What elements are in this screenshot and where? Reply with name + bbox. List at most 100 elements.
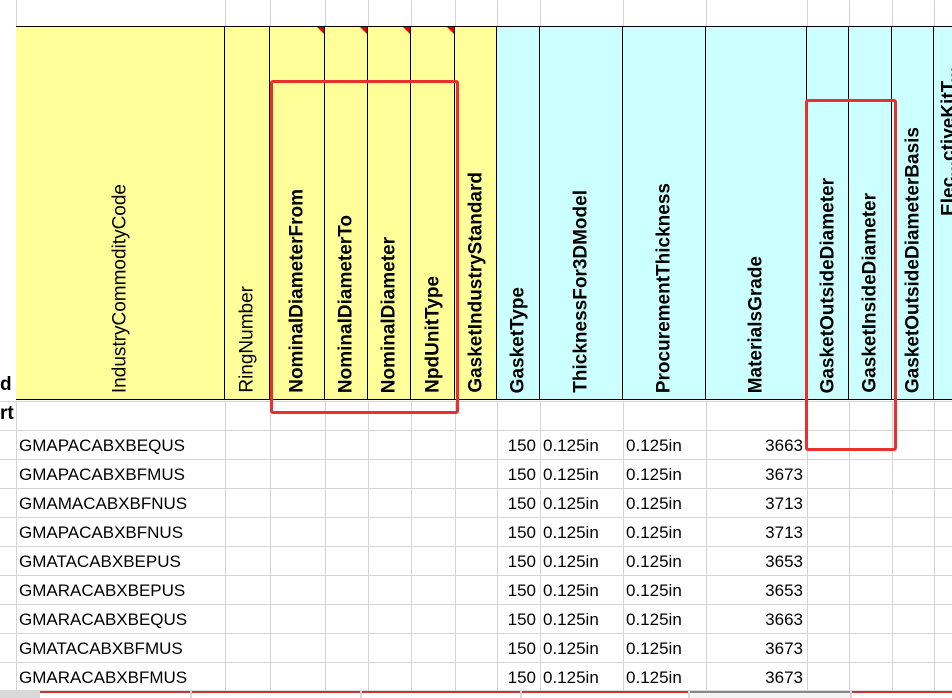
comment-indicator-icon[interactable] bbox=[403, 27, 410, 34]
header-label: ProcurementThickness bbox=[653, 182, 675, 393]
sheet-tab[interactable] bbox=[362, 691, 520, 698]
cell-gasket-type[interactable]: 150 bbox=[500, 605, 536, 634]
gridline-vertical bbox=[934, 401, 935, 690]
gridline-vertical bbox=[455, 401, 456, 690]
cell-procurement-thickness[interactable]: 0.125in bbox=[626, 489, 702, 518]
cell-gasket-type[interactable]: 150 bbox=[500, 489, 536, 518]
header-materials-grade[interactable]: MaterialsGrade bbox=[706, 26, 807, 400]
cell-procurement-thickness[interactable]: 0.125in bbox=[626, 547, 702, 576]
cell-gasket-type[interactable]: 150 bbox=[500, 518, 536, 547]
gridline-vertical bbox=[706, 401, 707, 690]
cell-gasket-type[interactable]: 150 bbox=[500, 431, 536, 460]
cell-industry-commodity-code[interactable]: GMARACABXBFMUS bbox=[19, 663, 221, 690]
gridline-vertical bbox=[411, 0, 412, 26]
header-label: MaterialsGrade bbox=[745, 255, 767, 393]
cut-header-label-1: d bbox=[0, 374, 12, 395]
gridline-vertical bbox=[225, 0, 226, 26]
cell-thickness-for-3d-model[interactable]: 0.125in bbox=[543, 576, 619, 605]
gridline-vertical bbox=[16, 401, 17, 690]
cell-thickness-for-3d-model[interactable]: 0.125in bbox=[543, 547, 619, 576]
gridline-vertical bbox=[934, 0, 935, 26]
cell-gasket-type[interactable]: 150 bbox=[500, 547, 536, 576]
header-cut-off[interactable]: Elec...ctiveKitT... bbox=[934, 26, 952, 400]
cell-procurement-thickness[interactable]: 0.125in bbox=[626, 663, 702, 690]
cell-gasket-type[interactable]: 150 bbox=[500, 576, 536, 605]
header-gasket-industry-standard[interactable]: GasketIndustryStandard bbox=[455, 26, 497, 400]
sheet-tab[interactable] bbox=[192, 691, 360, 698]
cell-procurement-thickness[interactable]: 0.125in bbox=[626, 518, 702, 547]
gridline-vertical bbox=[497, 0, 498, 26]
cell-materials-grade[interactable]: 3653 bbox=[709, 576, 803, 605]
cell-industry-commodity-code[interactable]: GMAMACABXBFNUS bbox=[19, 489, 221, 518]
highlight-box-gasket-diameter bbox=[805, 99, 897, 451]
gridline-vertical bbox=[849, 0, 850, 26]
cell-materials-grade[interactable]: 3663 bbox=[709, 605, 803, 634]
cell-thickness-for-3d-model[interactable]: 0.125in bbox=[543, 634, 619, 663]
cell-thickness-for-3d-model[interactable]: 0.125in bbox=[543, 518, 619, 547]
cell-materials-grade[interactable]: 3663 bbox=[709, 431, 803, 460]
cell-industry-commodity-code[interactable]: GMARACABXBEQUS bbox=[19, 605, 221, 634]
cell-materials-grade[interactable]: 3713 bbox=[709, 518, 803, 547]
comment-indicator-icon[interactable] bbox=[447, 27, 454, 34]
cut-header-label-2: rt bbox=[0, 403, 14, 424]
gridline-vertical bbox=[540, 401, 541, 690]
header-label: ThicknessFor3DModel bbox=[570, 190, 592, 393]
gridline-vertical bbox=[270, 401, 271, 690]
cell-thickness-for-3d-model[interactable]: 0.125in bbox=[543, 663, 619, 690]
gridline-vertical bbox=[497, 401, 498, 690]
header-label: GasketOutsideDiameterBasis bbox=[902, 126, 923, 393]
gridline-vertical bbox=[368, 0, 369, 26]
header-gasket-outside-diameter-basis[interactable]: GasketOutsideDiameterBasis bbox=[892, 26, 934, 400]
comment-indicator-icon[interactable] bbox=[360, 27, 367, 34]
sheet-tab-active[interactable] bbox=[690, 691, 850, 698]
header-procurement-thickness[interactable]: ProcurementThickness bbox=[623, 26, 706, 400]
cell-procurement-thickness[interactable]: 0.125in bbox=[626, 576, 702, 605]
cell-industry-commodity-code[interactable]: GMAPACABXBFNUS bbox=[19, 518, 221, 547]
cell-thickness-for-3d-model[interactable]: 0.125in bbox=[543, 431, 619, 460]
cell-materials-grade[interactable]: 3673 bbox=[709, 634, 803, 663]
cell-industry-commodity-code[interactable]: GMAPACABXBEQUS bbox=[19, 431, 221, 460]
cell-materials-grade[interactable]: 3673 bbox=[709, 460, 803, 489]
cell-materials-grade[interactable]: 3653 bbox=[709, 547, 803, 576]
sheet-tab[interactable] bbox=[522, 691, 688, 698]
sheet-tab[interactable] bbox=[40, 691, 190, 698]
cell-procurement-thickness[interactable]: 0.125in bbox=[626, 605, 702, 634]
header-thickness-for-3d-model[interactable]: ThicknessFor3DModel bbox=[540, 26, 623, 400]
comment-indicator-icon[interactable] bbox=[317, 27, 324, 34]
cell-gasket-type[interactable]: 150 bbox=[500, 663, 536, 690]
cell-procurement-thickness[interactable]: 0.125in bbox=[626, 460, 702, 489]
gridline-vertical bbox=[623, 401, 624, 690]
cell-thickness-for-3d-model[interactable]: 0.125in bbox=[543, 460, 619, 489]
cell-gasket-type[interactable]: 150 bbox=[500, 460, 536, 489]
gridline-vertical bbox=[270, 0, 271, 26]
cell-industry-commodity-code[interactable]: GMATACABXBFMUS bbox=[19, 634, 221, 663]
header-label: GasketType bbox=[507, 286, 529, 393]
header-label: RingNumber bbox=[236, 286, 258, 393]
cell-industry-commodity-code[interactable]: GMARACABXBEPUS bbox=[19, 576, 221, 605]
cell-materials-grade[interactable]: 3713 bbox=[709, 489, 803, 518]
gridline-vertical bbox=[411, 401, 412, 690]
gridline-vertical bbox=[368, 401, 369, 690]
gridline-vertical bbox=[540, 0, 541, 26]
header-gasket-type[interactable]: GasketType bbox=[497, 26, 540, 400]
gridline-vertical bbox=[325, 401, 326, 690]
cell-industry-commodity-code[interactable]: GMATACABXBEPUS bbox=[19, 547, 221, 576]
sheet-tab-bar bbox=[0, 690, 952, 698]
header-industry-commodity-code[interactable]: IndustryCommodityCode bbox=[16, 26, 225, 400]
highlight-box-nominal-diameter bbox=[270, 80, 459, 414]
header-ring-number[interactable]: RingNumber bbox=[225, 26, 270, 400]
cell-thickness-for-3d-model[interactable]: 0.125in bbox=[543, 605, 619, 634]
cell-industry-commodity-code[interactable]: GMAPACABXBFMUS bbox=[19, 460, 221, 489]
gridline-vertical bbox=[325, 0, 326, 26]
cell-materials-grade[interactable]: 3673 bbox=[709, 663, 803, 690]
gridline-vertical bbox=[623, 0, 624, 26]
cell-gasket-type[interactable]: 150 bbox=[500, 634, 536, 663]
cell-procurement-thickness[interactable]: 0.125in bbox=[626, 431, 702, 460]
header-label: Elec...ctiveKitT... bbox=[938, 67, 952, 216]
header-label: IndustryCommodityCode bbox=[109, 183, 131, 393]
gridline-vertical bbox=[706, 0, 707, 26]
sheet-tab[interactable] bbox=[852, 691, 952, 698]
gridline-vertical bbox=[225, 401, 226, 690]
cell-thickness-for-3d-model[interactable]: 0.125in bbox=[543, 489, 619, 518]
cell-procurement-thickness[interactable]: 0.125in bbox=[626, 634, 702, 663]
